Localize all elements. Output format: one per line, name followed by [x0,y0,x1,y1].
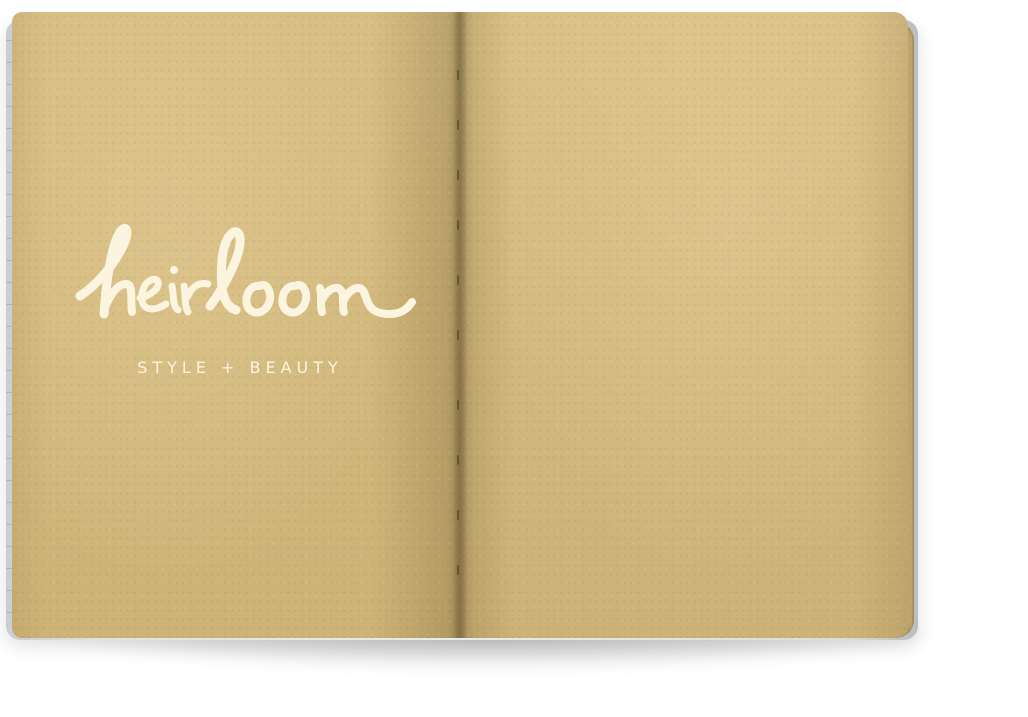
binding-stitch [457,220,459,230]
notebook-scene: STYLE + BEAUTY [0,0,1028,717]
binding-stitch [457,510,459,520]
binding-stitch [457,275,459,285]
binding-stitch [457,70,459,80]
binding-stitch [457,565,459,575]
binding-stitch [457,400,459,410]
logo-tagline: STYLE + BEAUTY [137,358,343,377]
paper-grain [460,12,908,638]
notebook-gutter [452,12,468,638]
binding-stitch [457,330,459,340]
binding-stitch [457,455,459,465]
binding-stitch [457,120,459,130]
heirloom-wordmark [75,224,416,319]
heirloom-logo: STYLE + BEAUTY [72,210,422,390]
right-page [460,12,908,638]
binding-stitch [457,170,459,180]
